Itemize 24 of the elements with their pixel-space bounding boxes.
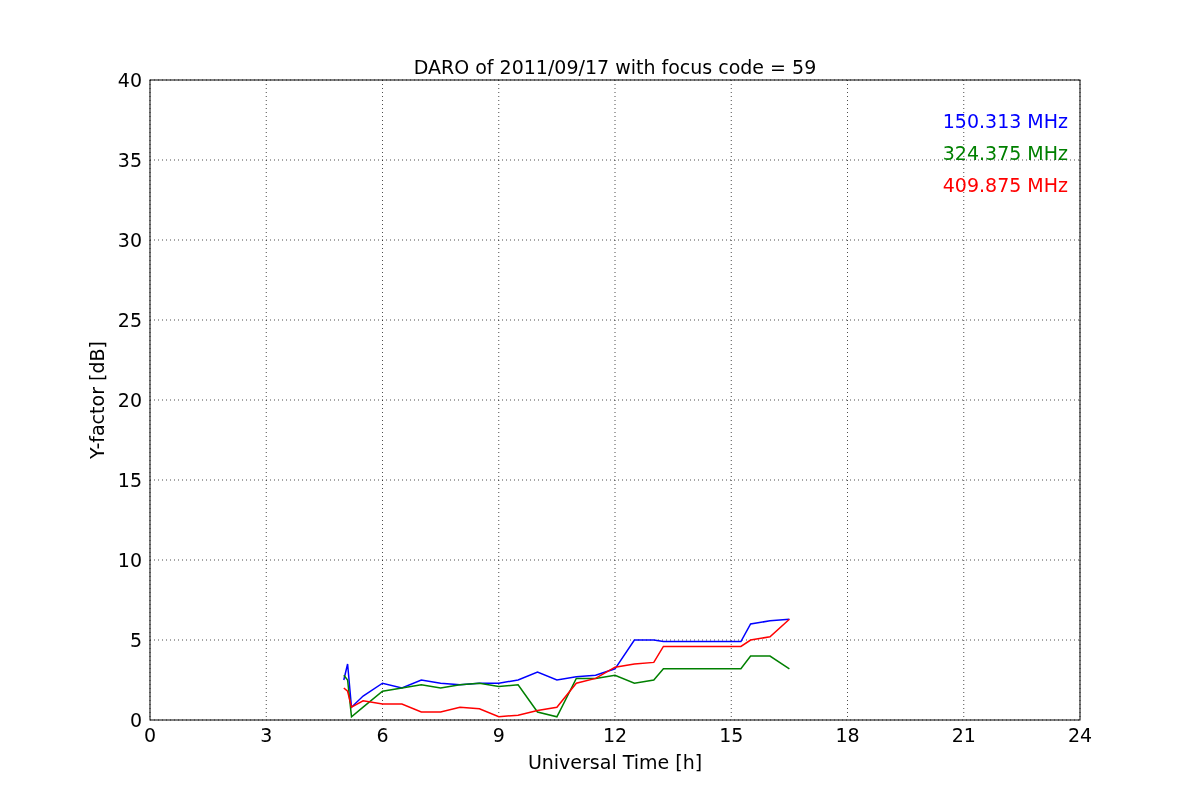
chart-title: DARO of 2011/09/17 with focus code = 59 bbox=[413, 56, 817, 78]
y-tick-label: 25 bbox=[117, 309, 142, 331]
y-axis-label: Y-factor [dB] bbox=[86, 341, 108, 459]
y-tick-label: 20 bbox=[117, 389, 142, 411]
x-tick-label: 0 bbox=[143, 724, 157, 746]
y-tick-label: 40 bbox=[117, 69, 142, 91]
x-tick-label: 6 bbox=[376, 724, 389, 746]
x-axis-label: Universal Time [h] bbox=[527, 751, 703, 773]
y-tick-label: 5 bbox=[129, 629, 142, 651]
x-tick-label: 9 bbox=[492, 724, 505, 746]
legend-label: 150.313 MHz bbox=[942, 110, 1068, 132]
x-tick-label: 18 bbox=[835, 724, 860, 746]
y-tick-label: 10 bbox=[117, 549, 142, 571]
legend-label: 409.875 MHz bbox=[942, 174, 1068, 196]
x-tick-label: 12 bbox=[602, 724, 628, 746]
x-tick-label: 21 bbox=[951, 724, 976, 746]
y-tick-label: 30 bbox=[117, 229, 142, 251]
x-tick-label: 24 bbox=[1067, 724, 1093, 746]
x-tick-label: 15 bbox=[719, 724, 744, 746]
y-tick-label: 0 bbox=[129, 709, 142, 731]
y-tick-label: 15 bbox=[117, 469, 142, 491]
legend-label: 324.375 MHz bbox=[942, 142, 1068, 164]
x-tick-label: 3 bbox=[260, 724, 273, 746]
y-tick-label: 35 bbox=[117, 149, 142, 171]
